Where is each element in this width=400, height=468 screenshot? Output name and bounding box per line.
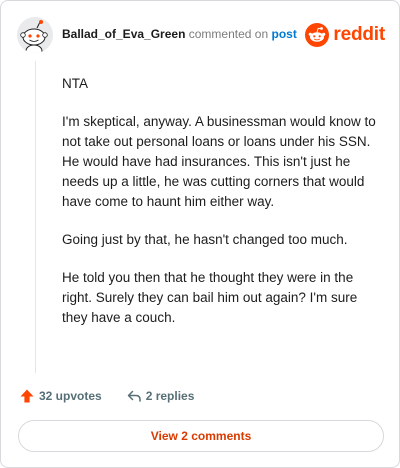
snoo-avatar-icon (17, 17, 53, 53)
post-link[interactable]: post (271, 27, 296, 41)
thread-line[interactable] (35, 61, 36, 373)
commented-on-text: commented on (188, 27, 269, 41)
reply-arrow-icon (127, 390, 141, 402)
username-link[interactable]: Ballad_of_Eva_Green (62, 27, 185, 41)
comment-paragraph: NTA (62, 76, 88, 91)
comment-paragraph: He told you then that he thought they we… (62, 270, 358, 325)
comment-paragraph: Going just by that, he hasn't changed to… (62, 232, 348, 247)
reddit-brand[interactable]: reddit (305, 21, 385, 49)
comment-header: Ballad_of_Eva_Green commented on post re… (17, 17, 385, 53)
comment-meta: Ballad_of_Eva_Green commented on post (62, 26, 297, 42)
upvote-count: 32 upvotes (39, 389, 102, 403)
comment-paragraph: I'm skeptical, anyway. A businessman wou… (62, 114, 376, 209)
replies-button[interactable]: 2 replies (126, 388, 195, 404)
reddit-logo-icon (305, 23, 330, 47)
reply-count: 2 replies (145, 389, 195, 403)
upvote-button[interactable]: 32 upvotes (19, 388, 102, 404)
view-comments-button[interactable]: View 2 comments (18, 420, 384, 452)
reddit-wordmark: reddit (333, 24, 385, 45)
comment-card: Ballad_of_Eva_Green commented on post re… (0, 0, 400, 468)
upvote-arrow-icon (20, 389, 34, 403)
comment-actions: 32 upvotes 2 replies (19, 386, 194, 406)
avatar[interactable] (17, 17, 53, 53)
comment-body: NTA I'm skeptical, anyway. A businessman… (62, 74, 380, 346)
